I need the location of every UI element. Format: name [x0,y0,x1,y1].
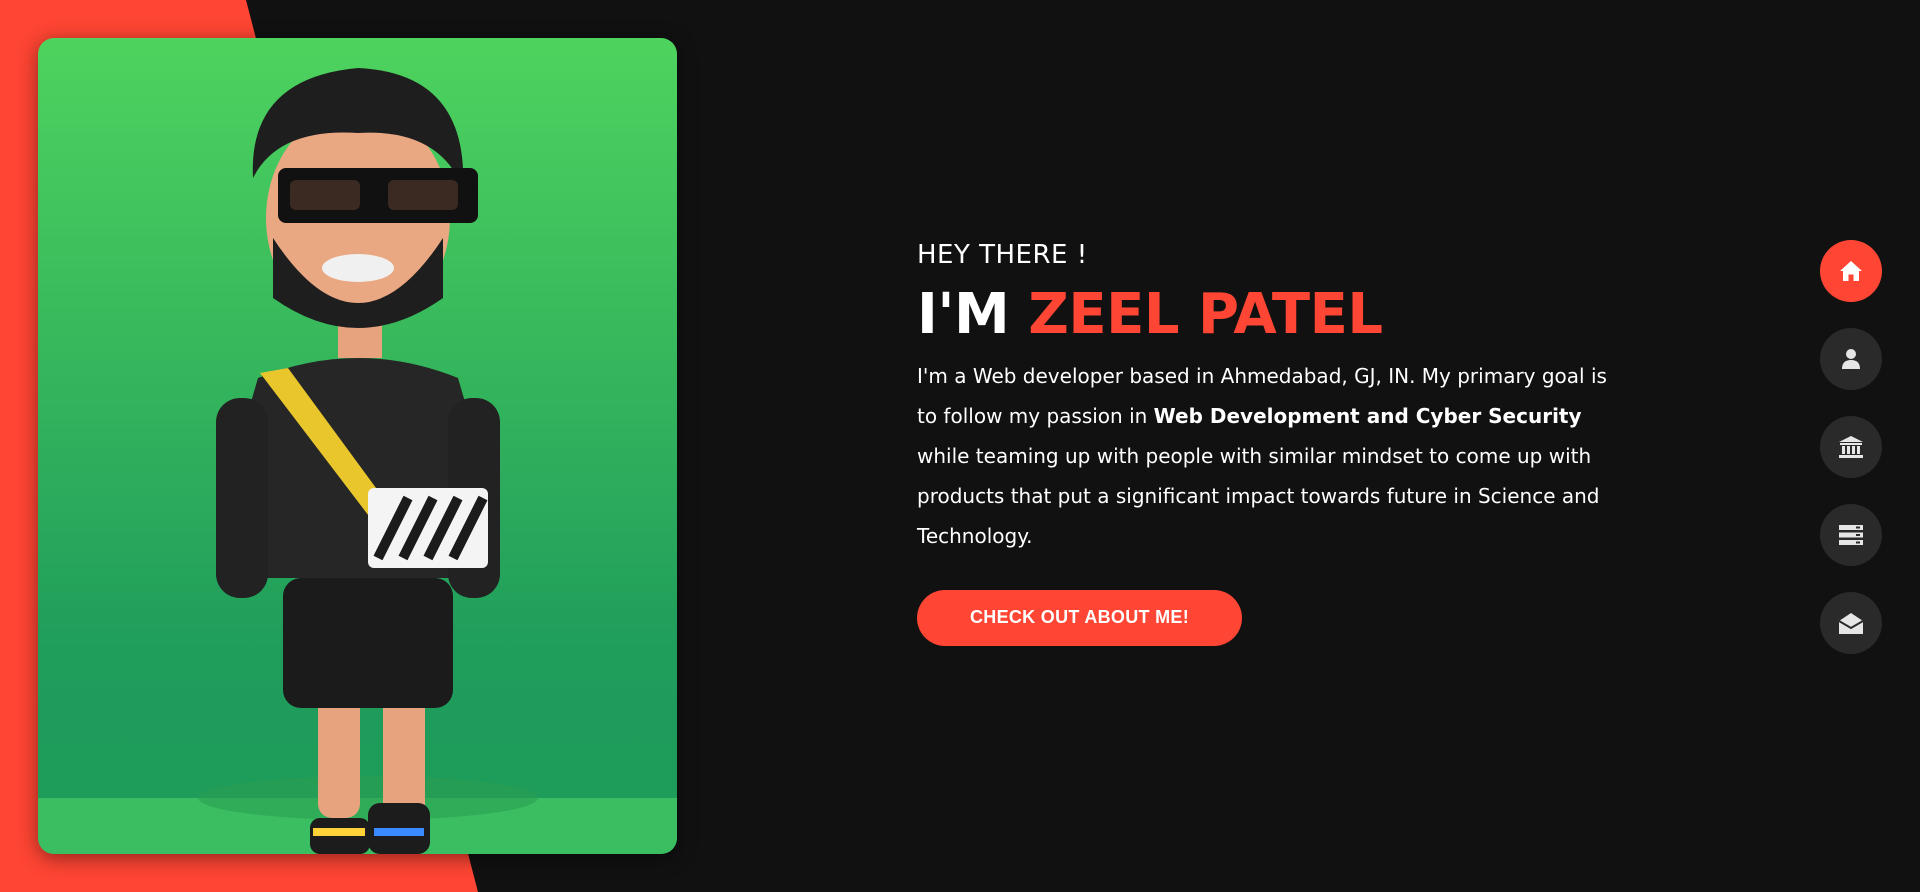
headline-prefix: I'M [917,282,1010,347]
greeting-text: HEY THERE ! [917,240,1088,270]
bank-icon [1839,436,1863,458]
nav-home-button[interactable] [1820,240,1882,302]
bio-text: I'm a Web developer based in Ahmedabad, … [917,356,1607,556]
headline: I'M ZEEL PATEL [917,284,1607,346]
check-out-about-me-button[interactable]: CHECK OUT ABOUT ME! [917,589,1242,646]
server-icon [1839,525,1863,545]
nav-portfolio-button[interactable] [1820,504,1882,566]
nav-education-button[interactable] [1820,416,1882,478]
headline-name: ZEEL PATEL [1028,282,1383,347]
bio-highlight: Web Development and Cyber Security [1153,403,1582,428]
profile-avatar-image [38,38,677,854]
nav-about-button[interactable] [1820,328,1882,390]
home-icon [1840,261,1862,281]
home-page: HEY THERE ! I'M ZEEL PATEL I'm a Web dev… [0,0,1920,892]
bio-part2: while teaming up with people with simila… [917,443,1600,548]
envelope-open-icon [1838,613,1864,634]
side-navigation [1820,240,1882,680]
nav-contact-button[interactable] [1820,592,1882,654]
user-icon [1842,349,1860,369]
intro-section: HEY THERE ! I'M ZEEL PATEL I'm a Web dev… [917,240,1607,646]
